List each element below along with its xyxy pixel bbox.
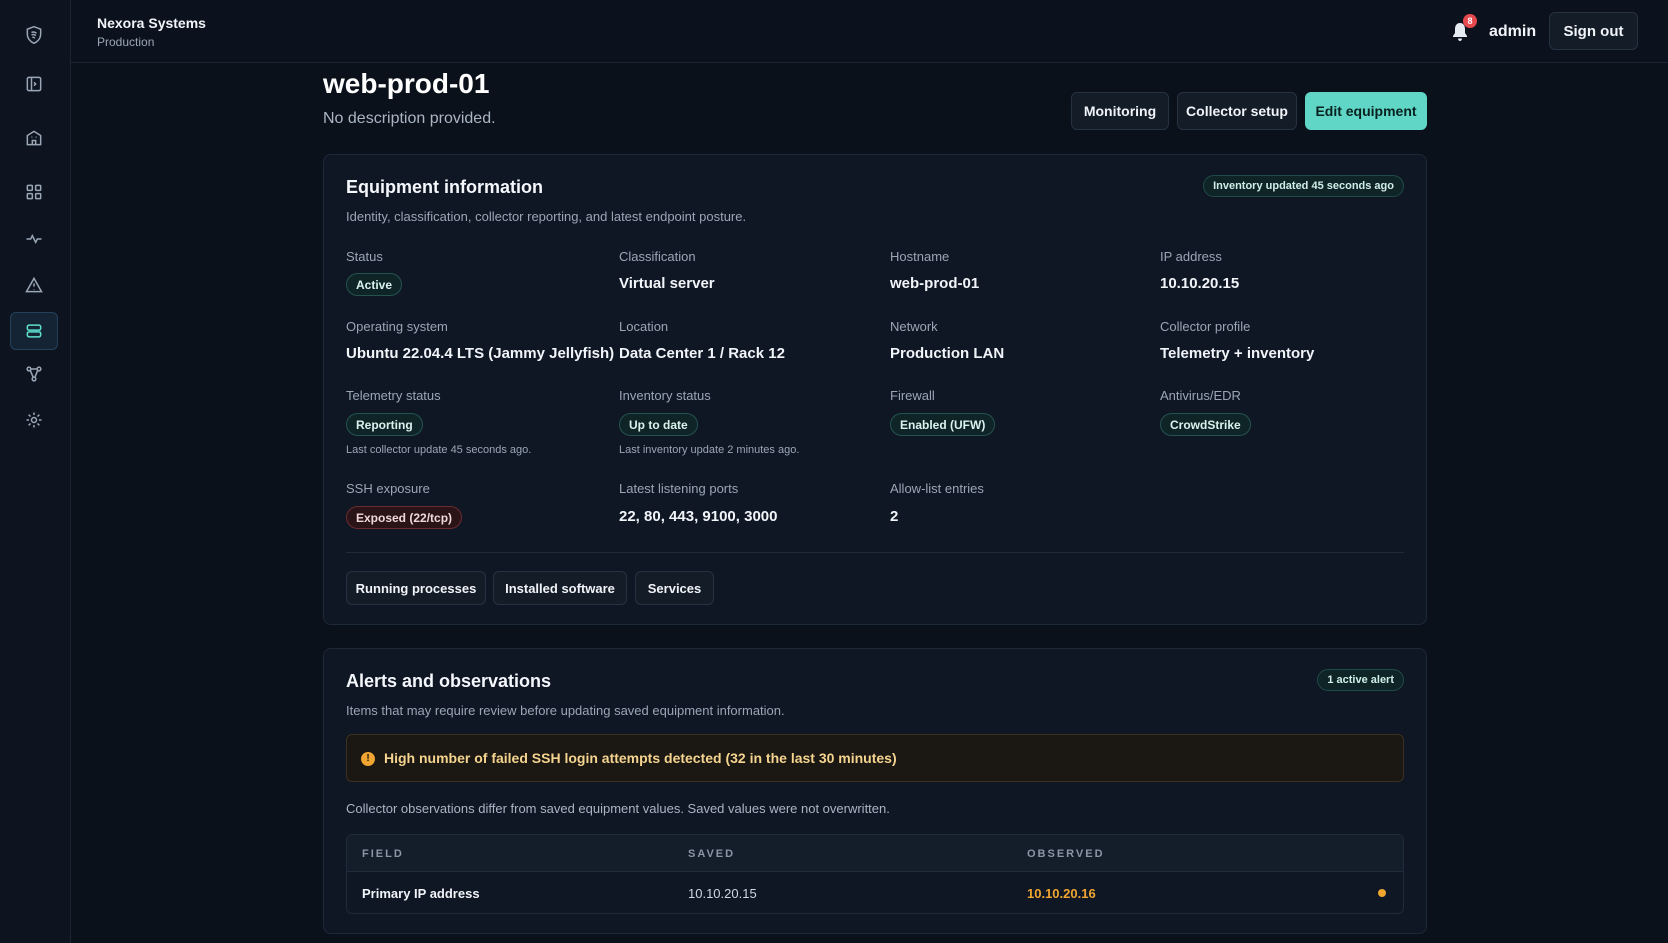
status-badge: Active (346, 273, 403, 296)
column-header-saved: SAVED (688, 848, 736, 860)
classification-value: Virtual server (619, 275, 715, 292)
difference-indicator-dot (1378, 889, 1386, 897)
column-header-observed: OBSERVED (1027, 848, 1105, 860)
sign-out-button[interactable]: Sign out (1549, 12, 1638, 50)
top-bar: Nexora Systems Production 8 admin Sign o… (71, 0, 1668, 63)
os-value: Ubuntu 22.04.4 LTS (Jammy Jellyfish) (346, 345, 615, 362)
observation-table: FIELD SAVED OBSERVED Primary IP address … (346, 834, 1404, 914)
building-icon[interactable] (10, 119, 58, 157)
monitoring-button[interactable]: Monitoring (1071, 92, 1169, 130)
inventory-status-label: Inventory status (619, 388, 711, 403)
tab-services[interactable]: Services (635, 571, 714, 605)
server-icon[interactable] (10, 312, 58, 350)
row-field: Primary IP address (362, 886, 480, 901)
ssh-exposure-label: SSH exposure (346, 481, 430, 496)
alerts-panel: Alerts and observations Items that may r… (323, 648, 1427, 934)
listening-ports-value: 22, 80, 443, 9100, 3000 (619, 508, 778, 525)
hostname-value: web-prod-01 (890, 275, 980, 292)
inventory-updated-pill: Inventory updated 45 seconds ago (1203, 175, 1404, 197)
active-alert-count-pill: 1 active alert (1317, 669, 1404, 691)
network-label: Network (890, 319, 938, 334)
warning-icon: ! (361, 752, 375, 766)
alert-triangle-icon[interactable] (10, 266, 58, 304)
inventory-note: Last inventory update 2 minutes ago. (619, 444, 800, 456)
alerts-title: Alerts and observations (346, 671, 552, 691)
location-label: Location (619, 319, 669, 334)
org-name: Nexora Systems (97, 15, 206, 31)
ssh-exposure-badge: Exposed (22/tcp) (346, 506, 463, 529)
notification-count-badge: 8 (1463, 14, 1477, 28)
antivirus-label: Antivirus/EDR (1160, 388, 1241, 403)
table-header: FIELD SAVED OBSERVED (347, 835, 1403, 872)
firewall-badge: Enabled (UFW) (890, 413, 996, 436)
alert-text: High number of failed SSH login attempts… (384, 750, 897, 766)
hostname-label: Hostname (890, 249, 950, 264)
panel-subtitle: Identity, classification, collector repo… (346, 209, 747, 224)
classification-label: Classification (619, 249, 696, 264)
listening-ports-label: Latest listening ports (619, 481, 739, 496)
allow-list-value: 2 (890, 508, 899, 525)
network-value: Production LAN (890, 345, 1005, 362)
collector-setup-button[interactable]: Collector setup (1177, 92, 1297, 130)
sidebar (0, 0, 71, 943)
inventory-status-badge: Up to date (619, 413, 698, 436)
user-name[interactable]: admin (1489, 23, 1536, 41)
allow-list-label: Allow-list entries (890, 481, 984, 496)
shield-logo-icon[interactable] (10, 16, 58, 54)
observation-note: Collector observations differ from saved… (346, 801, 890, 816)
column-header-field: FIELD (362, 848, 404, 860)
collector-profile-label: Collector profile (1160, 319, 1251, 334)
gear-icon[interactable] (10, 401, 58, 439)
os-label: Operating system (346, 319, 448, 334)
sidebar-toggle-icon[interactable] (10, 65, 58, 103)
edit-equipment-button[interactable]: Edit equipment (1305, 92, 1427, 130)
network-icon[interactable] (10, 355, 58, 393)
page-description: No description provided. (323, 110, 496, 127)
activity-icon[interactable] (10, 220, 58, 258)
environment-label: Production (97, 35, 155, 49)
row-saved-value: 10.10.20.15 (688, 886, 757, 901)
location-value: Data Center 1 / Rack 12 (619, 345, 785, 362)
alert-banner[interactable]: ! High number of failed SSH login attemp… (346, 734, 1404, 782)
panel-title: Equipment information (346, 177, 543, 197)
divider (346, 552, 1404, 553)
grid-icon[interactable] (10, 173, 58, 211)
alerts-subtitle: Items that may require review before upd… (346, 703, 785, 718)
ip-address-value: 10.10.20.15 (1160, 275, 1240, 292)
telemetry-note: Last collector update 45 seconds ago. (346, 444, 532, 456)
page-title: web-prod-01 (323, 68, 490, 99)
firewall-label: Firewall (890, 388, 935, 403)
status-label: Status (346, 249, 383, 264)
tab-installed-software[interactable]: Installed software (493, 571, 627, 605)
ip-address-label: IP address (1160, 249, 1222, 264)
telemetry-status-badge: Reporting (346, 413, 423, 436)
equipment-information-panel: Equipment information Identity, classifi… (323, 154, 1427, 625)
antivirus-badge: CrowdStrike (1160, 413, 1251, 436)
tab-running-processes[interactable]: Running processes (346, 571, 486, 605)
collector-profile-value: Telemetry + inventory (1160, 345, 1315, 362)
telemetry-status-label: Telemetry status (346, 388, 441, 403)
row-observed-value: 10.10.20.16 (1027, 886, 1096, 901)
